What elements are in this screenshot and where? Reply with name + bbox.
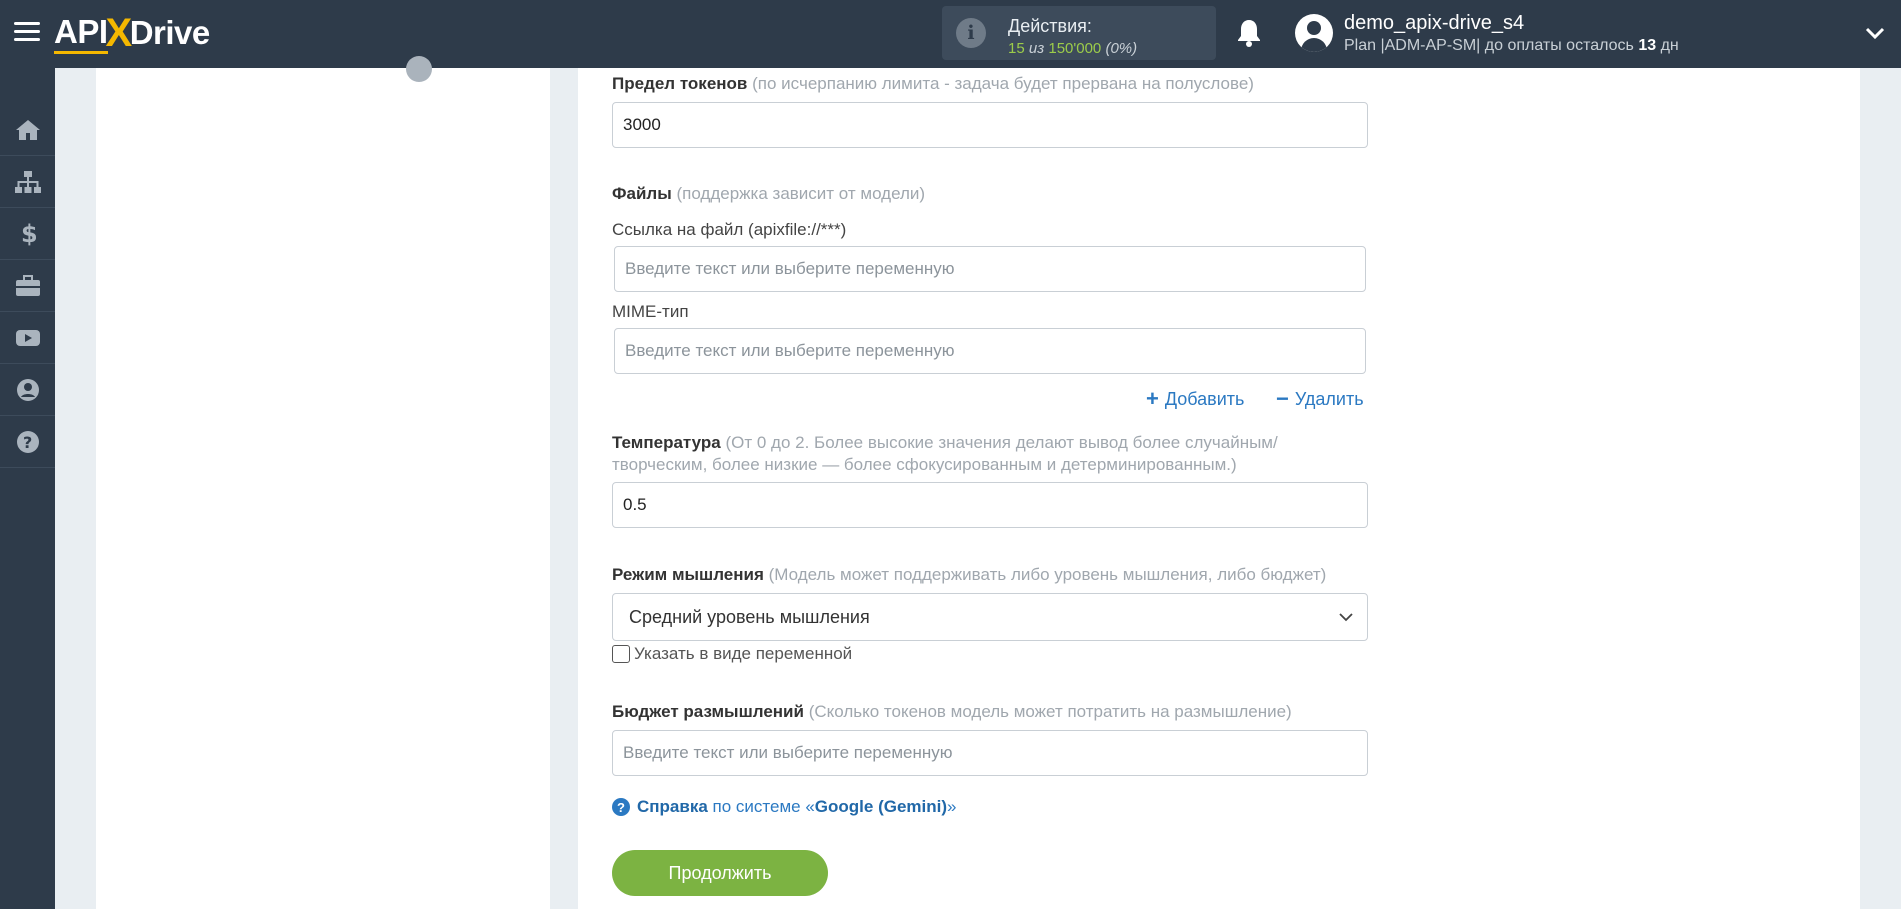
home-icon <box>15 119 40 140</box>
user-name[interactable]: demo_apix-drive_s4 <box>1344 12 1524 35</box>
avatar[interactable] <box>1295 14 1333 52</box>
actions-count: 15 из 150'000 (0%) <box>1008 40 1138 57</box>
actions-counter[interactable]: i Действия: 15 из 150'000 (0%) <box>942 6 1216 60</box>
sidebar: $ ? <box>0 68 55 909</box>
add-file-button[interactable]: + Добавить <box>1146 388 1244 410</box>
sidebar-item-home[interactable] <box>0 104 55 156</box>
sidebar-item-briefcase[interactable] <box>0 260 55 312</box>
logo-x: X <box>105 10 133 55</box>
chevron-down-icon[interactable] <box>1864 22 1886 44</box>
logo-drive: Drive <box>129 14 211 51</box>
user-circle-icon <box>16 378 39 401</box>
logo-api: API <box>54 13 108 54</box>
as-variable-label: Указать в виде переменной <box>634 644 853 663</box>
dollar-icon: $ <box>21 221 36 247</box>
chevron-down-icon <box>1339 613 1353 622</box>
tokens-label: Предел токенов (по исчерпанию лимита - з… <box>612 74 1254 93</box>
youtube-icon <box>15 329 40 346</box>
step-dot <box>406 56 432 82</box>
thinking-budget-label: Бюджет размышлений (Сколько токенов моде… <box>612 702 1292 721</box>
thinking-budget-input[interactable] <box>612 730 1368 776</box>
briefcase-icon <box>15 274 40 296</box>
as-variable-checkbox-row[interactable]: Указать в виде переменной <box>612 644 852 664</box>
user-plan: Plan |ADM-AP-SM| до оплаты осталось 13 д… <box>1344 37 1679 54</box>
svg-text:$: $ <box>21 221 36 247</box>
question-circle-icon: ? <box>612 798 630 816</box>
steps-panel <box>96 56 550 909</box>
thinking-mode-select[interactable]: Средний уровень мышления <box>612 593 1368 641</box>
help-link-row[interactable]: ? Справка по системе «Google (Gemini)» <box>612 797 957 817</box>
temperature-label: Температура (От 0 до 2. Более высокие зн… <box>612 433 1278 474</box>
logo[interactable]: API X Drive <box>54 10 210 56</box>
sidebar-item-video[interactable] <box>0 312 55 364</box>
settings-form: Предел токенов (по исчерпанию лимита - з… <box>578 68 1860 909</box>
temperature-input[interactable] <box>612 482 1368 528</box>
thinking-mode-value: Средний уровень мышления <box>629 606 870 627</box>
plus-icon: + <box>1146 386 1159 411</box>
svg-text:?: ? <box>23 433 32 452</box>
thinking-mode-label: Режим мышления (Модель может поддерживат… <box>612 565 1327 584</box>
info-icon: i <box>956 18 986 48</box>
file-link-label: Ссылка на файл (apixfile://***) <box>612 220 847 239</box>
files-label: Файлы (поддержка зависит от модели) <box>612 184 926 203</box>
tokens-input[interactable] <box>612 102 1368 148</box>
minus-icon: − <box>1276 386 1289 411</box>
mime-type-input[interactable] <box>614 328 1366 374</box>
sitemap-icon <box>14 170 41 193</box>
sidebar-item-structure[interactable] <box>0 156 55 208</box>
mime-type-label: MIME-тип <box>612 302 689 321</box>
actions-label: Действия: <box>1008 16 1092 36</box>
as-variable-checkbox[interactable] <box>612 645 630 663</box>
top-bar: API X Drive i Действия: 15 из 150'000 (0%)… <box>0 0 1901 68</box>
help-link[interactable]: Справка <box>637 797 708 817</box>
sidebar-item-billing[interactable]: $ <box>0 208 55 260</box>
file-link-input[interactable] <box>614 246 1366 292</box>
continue-button[interactable]: Продолжить <box>612 850 828 896</box>
remove-file-button[interactable]: − Удалить <box>1276 388 1364 410</box>
bell-icon[interactable] <box>1236 18 1262 48</box>
help-system-link[interactable]: Google (Gemini) <box>815 797 947 817</box>
menu-icon[interactable] <box>14 22 40 44</box>
sidebar-item-account[interactable] <box>0 364 55 416</box>
question-circle-icon: ? <box>16 430 39 453</box>
sidebar-item-help[interactable]: ? <box>0 416 55 468</box>
